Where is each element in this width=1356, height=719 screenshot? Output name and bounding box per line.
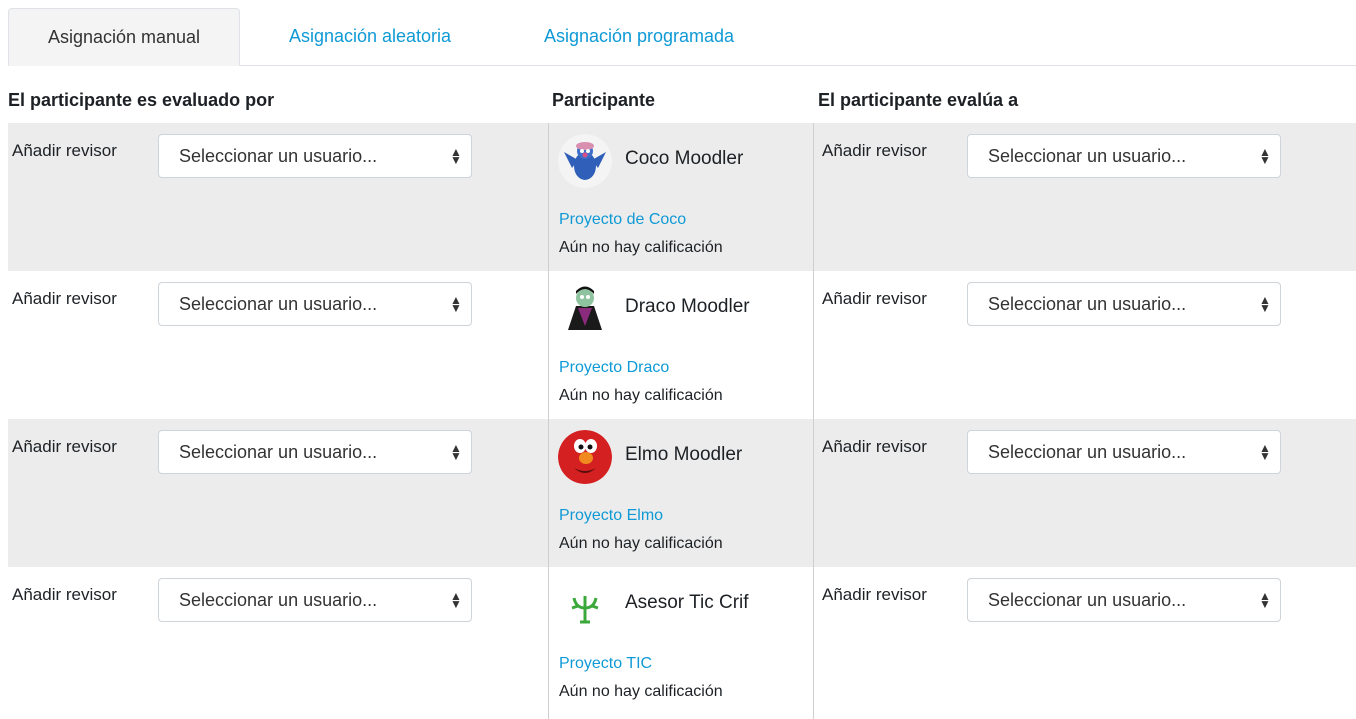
count-avatar-icon [558, 282, 612, 336]
reviewer-select-value: Seleccionar un usuario... [179, 293, 378, 314]
add-reviewer-label: Añadir revisor [12, 437, 117, 456]
reviewer-select[interactable]: Seleccionar un usuario... ▲ ▼ [158, 430, 472, 474]
tab-manual-allocation[interactable]: Asignación manual [8, 8, 240, 66]
add-reviewee-label: Añadir revisor [822, 585, 927, 604]
participant-name: Elmo Moodler [625, 444, 743, 465]
add-reviewer-label: Añadir revisor [12, 141, 117, 160]
participant-name: Asesor Tic Crif [625, 592, 749, 613]
submission-link[interactable]: Proyecto Draco [559, 359, 669, 377]
select-arrows-icon: ▲ ▼ [1259, 441, 1271, 463]
select-arrows-icon: ▲ ▼ [1259, 589, 1271, 611]
grover-avatar-icon [558, 134, 612, 188]
column-divider [548, 271, 549, 419]
add-reviewer-label: Añadir revisor [12, 289, 117, 308]
participant-name: Draco Moodler [625, 296, 750, 317]
reviewee-select-value: Seleccionar un usuario... [988, 145, 1187, 166]
reviewee-select-value: Seleccionar un usuario... [988, 441, 1187, 462]
submission-link[interactable]: Proyecto de Coco [559, 211, 686, 229]
reviewer-select-value: Seleccionar un usuario... [179, 145, 378, 166]
reviewer-select[interactable]: Seleccionar un usuario... ▲ ▼ [158, 578, 472, 622]
table-row: Añadir revisor Seleccionar un usuario...… [8, 567, 1356, 719]
table-row: Añadir revisor Seleccionar un usuario...… [8, 123, 1356, 271]
reviewee-select[interactable]: Seleccionar un usuario... ▲ ▼ [967, 430, 1281, 474]
add-reviewee-label: Añadir revisor [822, 437, 927, 456]
add-reviewee-label: Añadir revisor [822, 141, 927, 160]
column-divider [548, 567, 549, 719]
submission-link[interactable]: Proyecto Elmo [559, 507, 663, 525]
select-arrows-icon: ▲ ▼ [1259, 145, 1271, 167]
participant-name: Coco Moodler [625, 148, 744, 169]
column-divider [813, 123, 814, 271]
column-divider [813, 271, 814, 419]
submission-link[interactable]: Proyecto TIC [559, 655, 652, 673]
reviewer-select[interactable]: Seleccionar un usuario... ▲ ▼ [158, 134, 472, 178]
add-reviewer-label: Añadir revisor [12, 585, 117, 604]
reviewee-select[interactable]: Seleccionar un usuario... ▲ ▼ [967, 282, 1281, 326]
header-reviews: El participante evalúa a [818, 90, 1019, 110]
grade-status: Aún no hay calificación [559, 683, 723, 700]
tab-scheduled-allocation[interactable]: Asignación programada [508, 8, 770, 65]
select-arrows-icon: ▲ ▼ [450, 145, 462, 167]
reviewee-select-value: Seleccionar un usuario... [988, 293, 1187, 314]
grade-status: Aún no hay calificación [559, 239, 723, 256]
grade-status: Aún no hay calificación [559, 387, 723, 404]
table-row: Añadir revisor Seleccionar un usuario...… [8, 271, 1356, 419]
add-reviewee-label: Añadir revisor [822, 289, 927, 308]
reviewer-select[interactable]: Seleccionar un usuario... ▲ ▼ [158, 282, 472, 326]
tab-bar: Asignación manual Asignación aleatoria A… [8, 8, 1356, 66]
select-arrows-icon: ▲ ▼ [450, 589, 462, 611]
reviewee-select-value: Seleccionar un usuario... [988, 589, 1187, 610]
column-divider [813, 567, 814, 719]
header-reviewed-by: El participante es evaluado por [8, 90, 275, 110]
reviewer-select-value: Seleccionar un usuario... [179, 589, 378, 610]
column-divider [548, 419, 549, 567]
header-participant: Participante [552, 90, 656, 110]
elmo-avatar-icon [558, 430, 612, 484]
column-divider [813, 419, 814, 567]
reviewer-select-value: Seleccionar un usuario... [179, 441, 378, 462]
select-arrows-icon: ▲ ▼ [450, 441, 462, 463]
plant-logo-icon [558, 578, 612, 632]
table-row: Añadir revisor Seleccionar un usuario...… [8, 419, 1356, 567]
reviewee-select[interactable]: Seleccionar un usuario... ▲ ▼ [967, 578, 1281, 622]
grade-status: Aún no hay calificación [559, 535, 723, 552]
select-arrows-icon: ▲ ▼ [450, 293, 462, 315]
select-arrows-icon: ▲ ▼ [1259, 293, 1271, 315]
table-header: El participante es evaluado por Particip… [0, 90, 1356, 122]
column-divider [548, 123, 549, 271]
reviewee-select[interactable]: Seleccionar un usuario... ▲ ▼ [967, 134, 1281, 178]
tab-random-allocation[interactable]: Asignación aleatoria [260, 8, 480, 65]
